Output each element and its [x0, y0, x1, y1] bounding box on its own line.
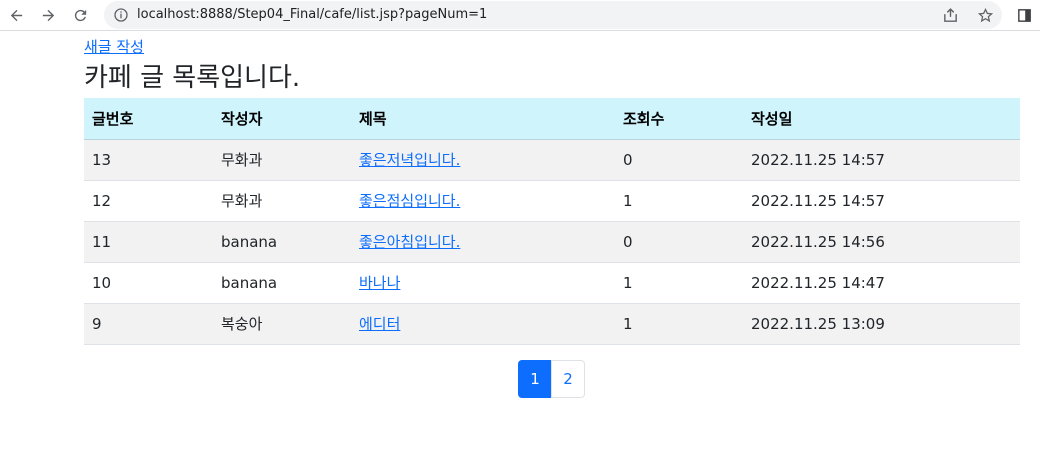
- forward-button[interactable]: [36, 4, 60, 26]
- cell-writer: 무화과: [213, 139, 351, 181]
- cell-views: 0: [615, 139, 743, 181]
- post-title-link[interactable]: 좋은아침입니다.: [359, 233, 460, 251]
- cell-writer: banana: [213, 221, 351, 263]
- cell-num: 12: [84, 180, 213, 222]
- cell-num: 9: [84, 303, 213, 345]
- page-link-2[interactable]: 2: [551, 360, 585, 398]
- cell-title: 바나나: [351, 262, 615, 304]
- star-icon: [977, 7, 994, 23]
- table-row: 11 banana 좋은아침입니다. 0 2022.11.25 14:56: [84, 221, 1020, 263]
- cell-date: 2022.11.25 14:57: [743, 139, 1020, 181]
- cell-views: 1: [615, 180, 743, 222]
- url-text: localhost:8888/Step04_Final/cafe/list.js…: [137, 7, 488, 22]
- table-row: 13 무화과 좋은저녁입니다. 0 2022.11.25 14:57: [84, 139, 1020, 181]
- cell-num: 13: [84, 139, 213, 181]
- arrow-left-icon: [10, 9, 22, 21]
- cell-writer: banana: [213, 262, 351, 304]
- cell-views: 0: [615, 221, 743, 263]
- cell-title: 좋은아침입니다.: [351, 221, 615, 263]
- cell-writer: 무화과: [213, 180, 351, 222]
- side-panel-button[interactable]: [1012, 4, 1036, 26]
- table-header-row: 글번호 작성자 제목 조회수 작성일: [84, 98, 1020, 140]
- cell-title: 좋은저녁입니다.: [351, 139, 615, 181]
- info-icon: [114, 8, 128, 22]
- page-link-1[interactable]: 1: [518, 360, 552, 398]
- header-title: 제목: [351, 98, 615, 140]
- header-writer: 작성자: [213, 98, 351, 140]
- new-post-link[interactable]: 새글 작성: [84, 36, 144, 57]
- browser-toolbar: localhost:8888/Step04_Final/cafe/list.js…: [0, 0, 1040, 31]
- cell-views: 1: [615, 303, 743, 345]
- share-icon: [944, 8, 957, 22]
- address-bar[interactable]: localhost:8888/Step04_Final/cafe/list.js…: [104, 1, 1002, 29]
- header-num: 글번호: [84, 98, 213, 140]
- side-panel-icon: [1017, 8, 1031, 22]
- cell-num: 10: [84, 262, 213, 304]
- reload-button[interactable]: [68, 4, 92, 26]
- post-title-link[interactable]: 에디터: [359, 315, 400, 333]
- post-title-link[interactable]: 좋은점심입니다.: [359, 192, 460, 210]
- cell-num: 11: [84, 221, 213, 263]
- reload-icon: [74, 9, 86, 21]
- cell-date: 2022.11.25 13:09: [743, 303, 1020, 345]
- share-button[interactable]: [942, 7, 960, 25]
- bookmark-button[interactable]: [977, 7, 995, 25]
- header-views: 조회수: [615, 98, 743, 140]
- back-button[interactable]: [4, 4, 28, 26]
- cell-title: 에디터: [351, 303, 615, 345]
- header-date: 작성일: [743, 98, 1020, 140]
- pagination: 1 2: [518, 360, 585, 398]
- table-row: 9 복숭아 에디터 1 2022.11.25 13:09: [84, 303, 1020, 345]
- cell-date: 2022.11.25 14:56: [743, 221, 1020, 263]
- cell-writer: 복숭아: [213, 303, 351, 345]
- arrow-right-icon: [42, 9, 54, 21]
- table-row: 10 banana 바나나 1 2022.11.25 14:47: [84, 262, 1020, 304]
- cell-date: 2022.11.25 14:47: [743, 262, 1020, 304]
- post-title-link[interactable]: 좋은저녁입니다.: [359, 151, 460, 169]
- cell-title: 좋은점심입니다.: [351, 180, 615, 222]
- post-table: 글번호 작성자 제목 조회수 작성일 13 무화과 좋은저녁입니다. 0 202…: [84, 98, 1020, 345]
- post-title-link[interactable]: 바나나: [359, 274, 400, 292]
- page-title: 카페 글 목록입니다.: [84, 63, 301, 93]
- cell-date: 2022.11.25 14:57: [743, 180, 1020, 222]
- table-row: 12 무화과 좋은점심입니다. 1 2022.11.25 14:57: [84, 180, 1020, 222]
- cell-views: 1: [615, 262, 743, 304]
